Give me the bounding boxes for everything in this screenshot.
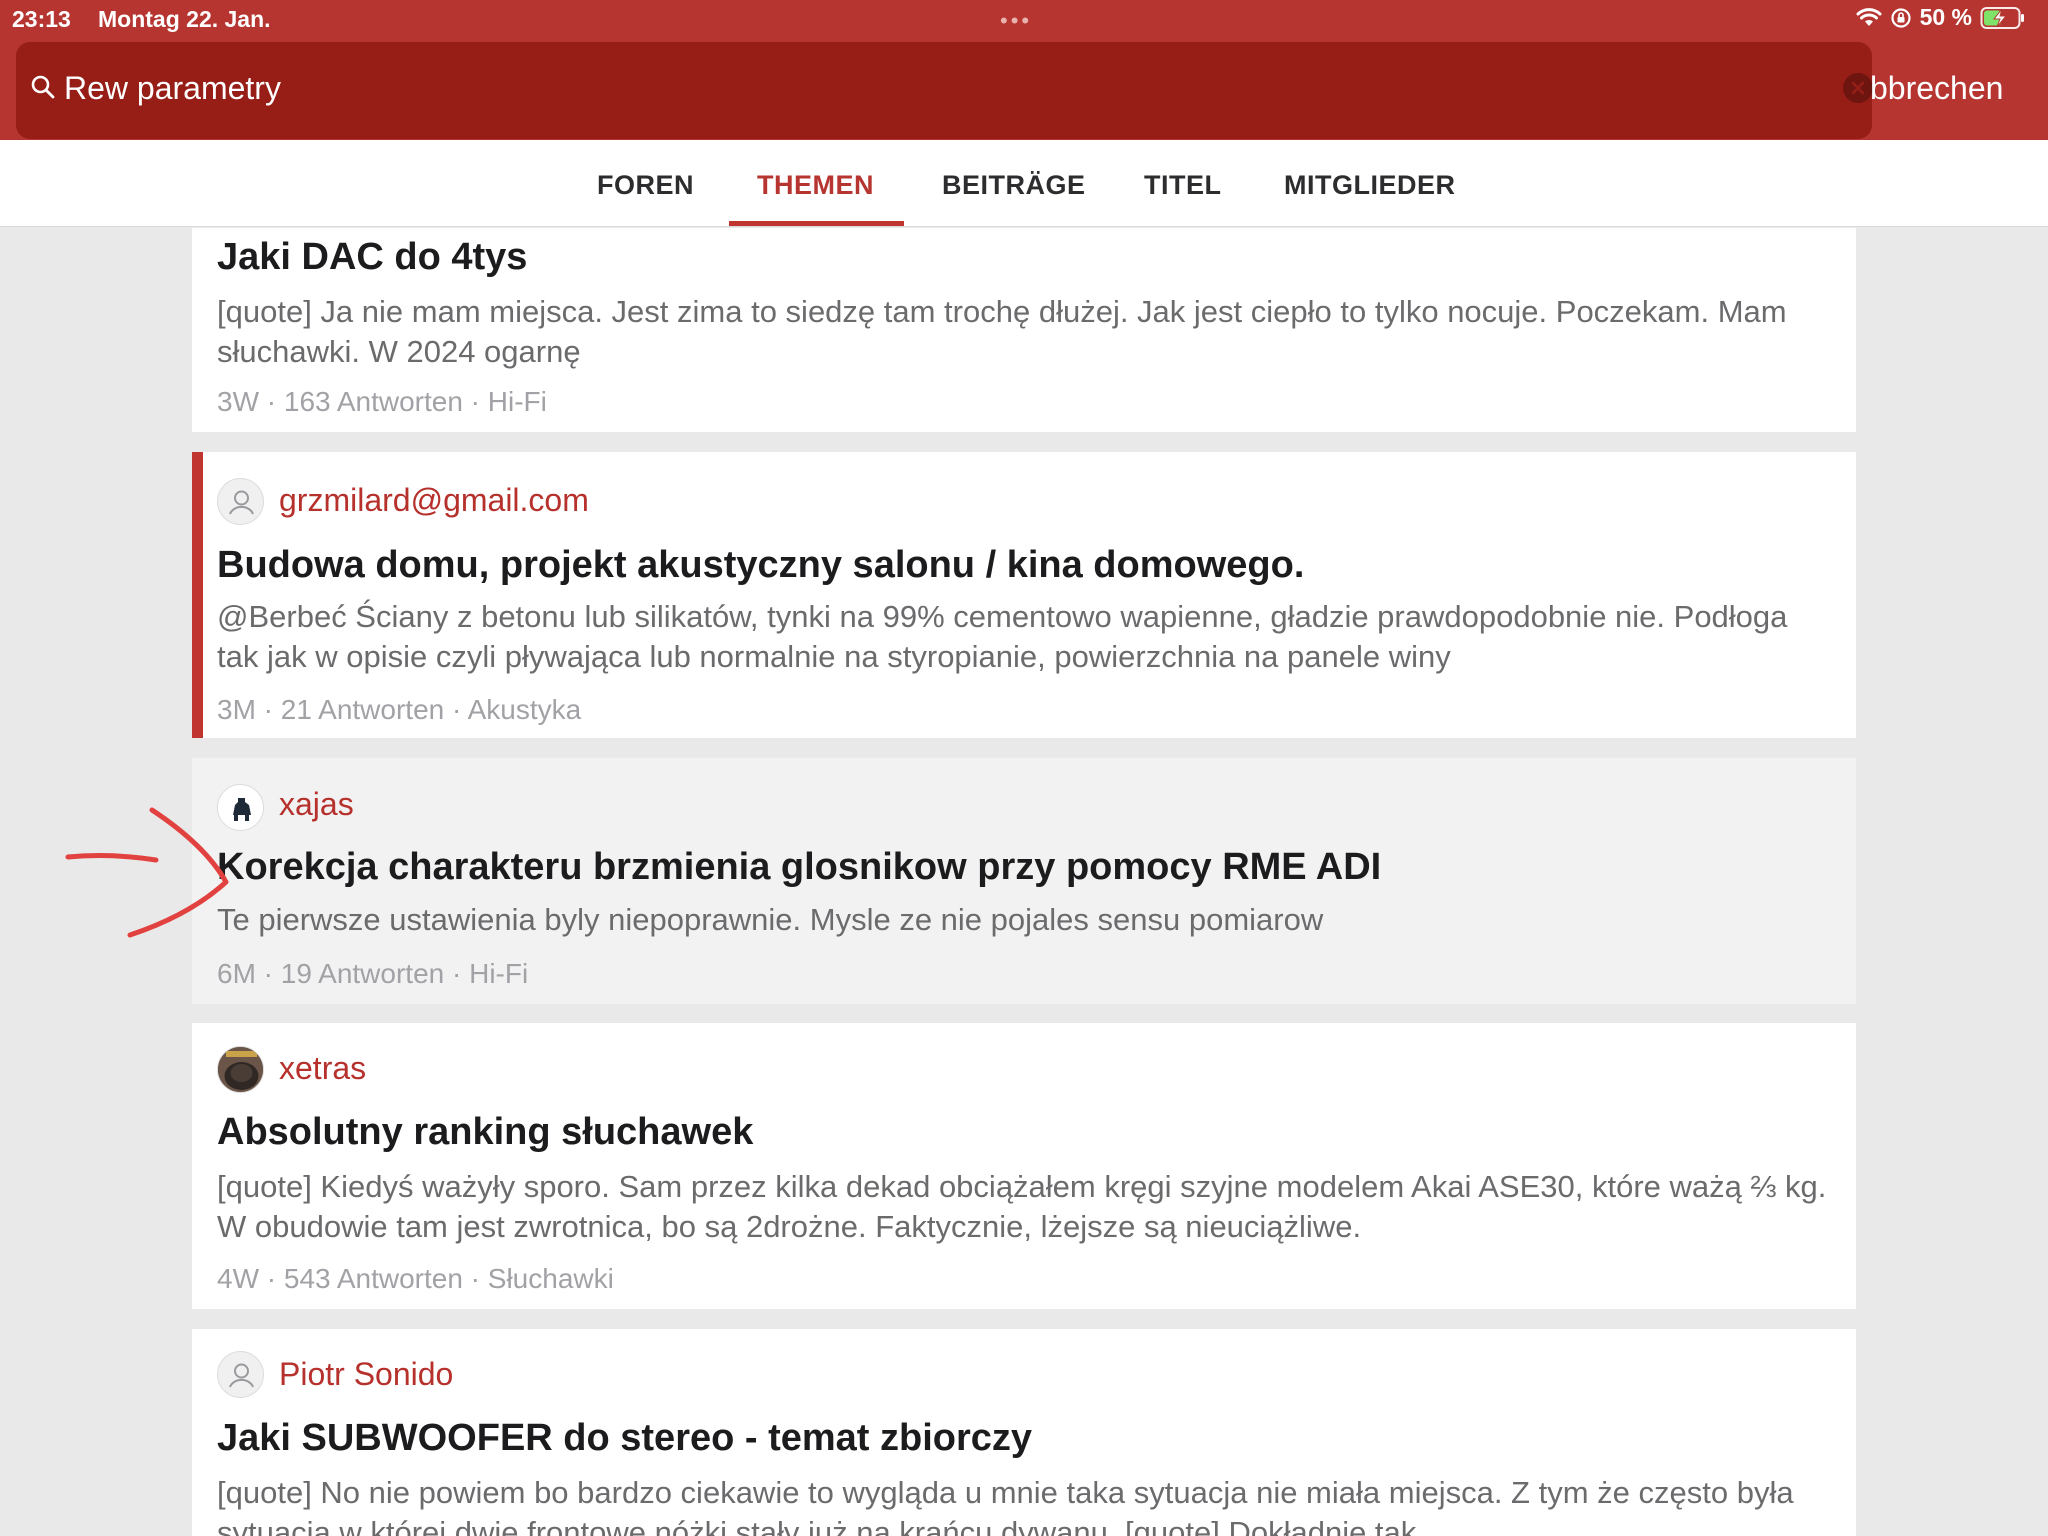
- search-scope-tabs: FOREN THEMEN BEITRÄGE TITEL MITGLIEDER: [0, 140, 2048, 227]
- result-meta: 3W · 163 Antworten · Hi-Fi: [217, 386, 547, 417]
- result-card[interactable]: xajas Korekcja charakteru brzmienia glos…: [192, 758, 1856, 1004]
- result-title: Korekcja charakteru brzmienia glosnikow …: [217, 846, 1382, 888]
- search-field[interactable]: [16, 42, 1873, 139]
- result-meta: 4W · 543 Antworten · Słuchawki: [217, 1263, 614, 1294]
- user-photo-avatar[interactable]: [217, 784, 264, 831]
- active-tab-indicator: [729, 221, 904, 226]
- status-indicators: 50 %: [1856, 4, 2026, 31]
- result-meta: 3M · 21 Antworten · Akustyka: [217, 694, 582, 725]
- result-title: Absolutny ranking słuchawek: [217, 1111, 754, 1153]
- status-date: Montag 22. Jan.: [98, 6, 271, 32]
- result-author[interactable]: xetras: [279, 1050, 366, 1087]
- result-excerpt: [quote] Ja nie mam miejsca. Jest zima to…: [217, 294, 1787, 369]
- tab-beitraege[interactable]: BEITRÄGE: [942, 170, 1086, 201]
- cancel-button[interactable]: bbrechen: [1870, 70, 2003, 107]
- status-bar: 23:13 Montag 22. Jan. ••• 50 %: [0, 0, 2048, 40]
- result-card[interactable]: grzmilard@gmail.com Budowa domu, projekt…: [192, 452, 1856, 738]
- tab-themen[interactable]: THEMEN: [757, 170, 874, 201]
- search-icon: [30, 74, 56, 105]
- user-photo-avatar[interactable]: [217, 1046, 264, 1093]
- result-author[interactable]: xajas: [279, 786, 354, 823]
- result-title: Jaki DAC do 4tys: [217, 236, 528, 278]
- wifi-icon: [1856, 7, 1882, 28]
- tab-mitglieder[interactable]: MITGLIEDER: [1284, 170, 1456, 201]
- result-meta: 6M · 19 Antworten · Hi-Fi: [217, 958, 529, 989]
- tab-titel[interactable]: TITEL: [1144, 170, 1222, 201]
- default-avatar-icon[interactable]: [217, 1351, 264, 1398]
- tab-foren[interactable]: FOREN: [597, 170, 694, 201]
- result-excerpt: Te pierwsze ustawienia byly niepoprawnie…: [217, 902, 1324, 937]
- result-excerpt: @Berbeć Ściany z betonu lub silikatów, t…: [217, 599, 1788, 674]
- result-card[interactable]: xetras Absolutny ranking słuchawek [quot…: [192, 1023, 1856, 1309]
- result-excerpt: [quote] Kiedyś ważyły sporo. Sam przez k…: [217, 1169, 1827, 1244]
- battery-charging-icon: [1980, 6, 2026, 30]
- default-avatar-icon[interactable]: [217, 478, 264, 525]
- clear-search-icon[interactable]: [1843, 73, 1873, 103]
- result-card[interactable]: Jaki DAC do 4tys [quote] Ja nie mam miej…: [192, 228, 1856, 432]
- multitasking-dots-icon[interactable]: •••: [1000, 8, 1032, 34]
- status-time: 23:13: [12, 6, 71, 32]
- result-author[interactable]: Piotr Sonido: [279, 1356, 453, 1393]
- result-card[interactable]: Piotr Sonido Jaki SUBWOOFER do stereo - …: [192, 1329, 1856, 1536]
- result-title: Budowa domu, projekt akustyczny salonu /…: [217, 544, 1305, 586]
- result-excerpt: [quote] No nie powiem bo bardzo ciekawie…: [217, 1475, 1794, 1536]
- battery-percent: 50 %: [1919, 4, 1972, 30]
- search-input[interactable]: [64, 70, 1764, 107]
- app-header: 23:13 Montag 22. Jan. ••• 50 % Rew param…: [0, 0, 2048, 140]
- result-title: Jaki SUBWOOFER do stereo - temat zbiorcz…: [217, 1417, 1033, 1459]
- orientation-lock-icon: [1890, 7, 1912, 29]
- result-author[interactable]: grzmilard@gmail.com: [279, 482, 589, 519]
